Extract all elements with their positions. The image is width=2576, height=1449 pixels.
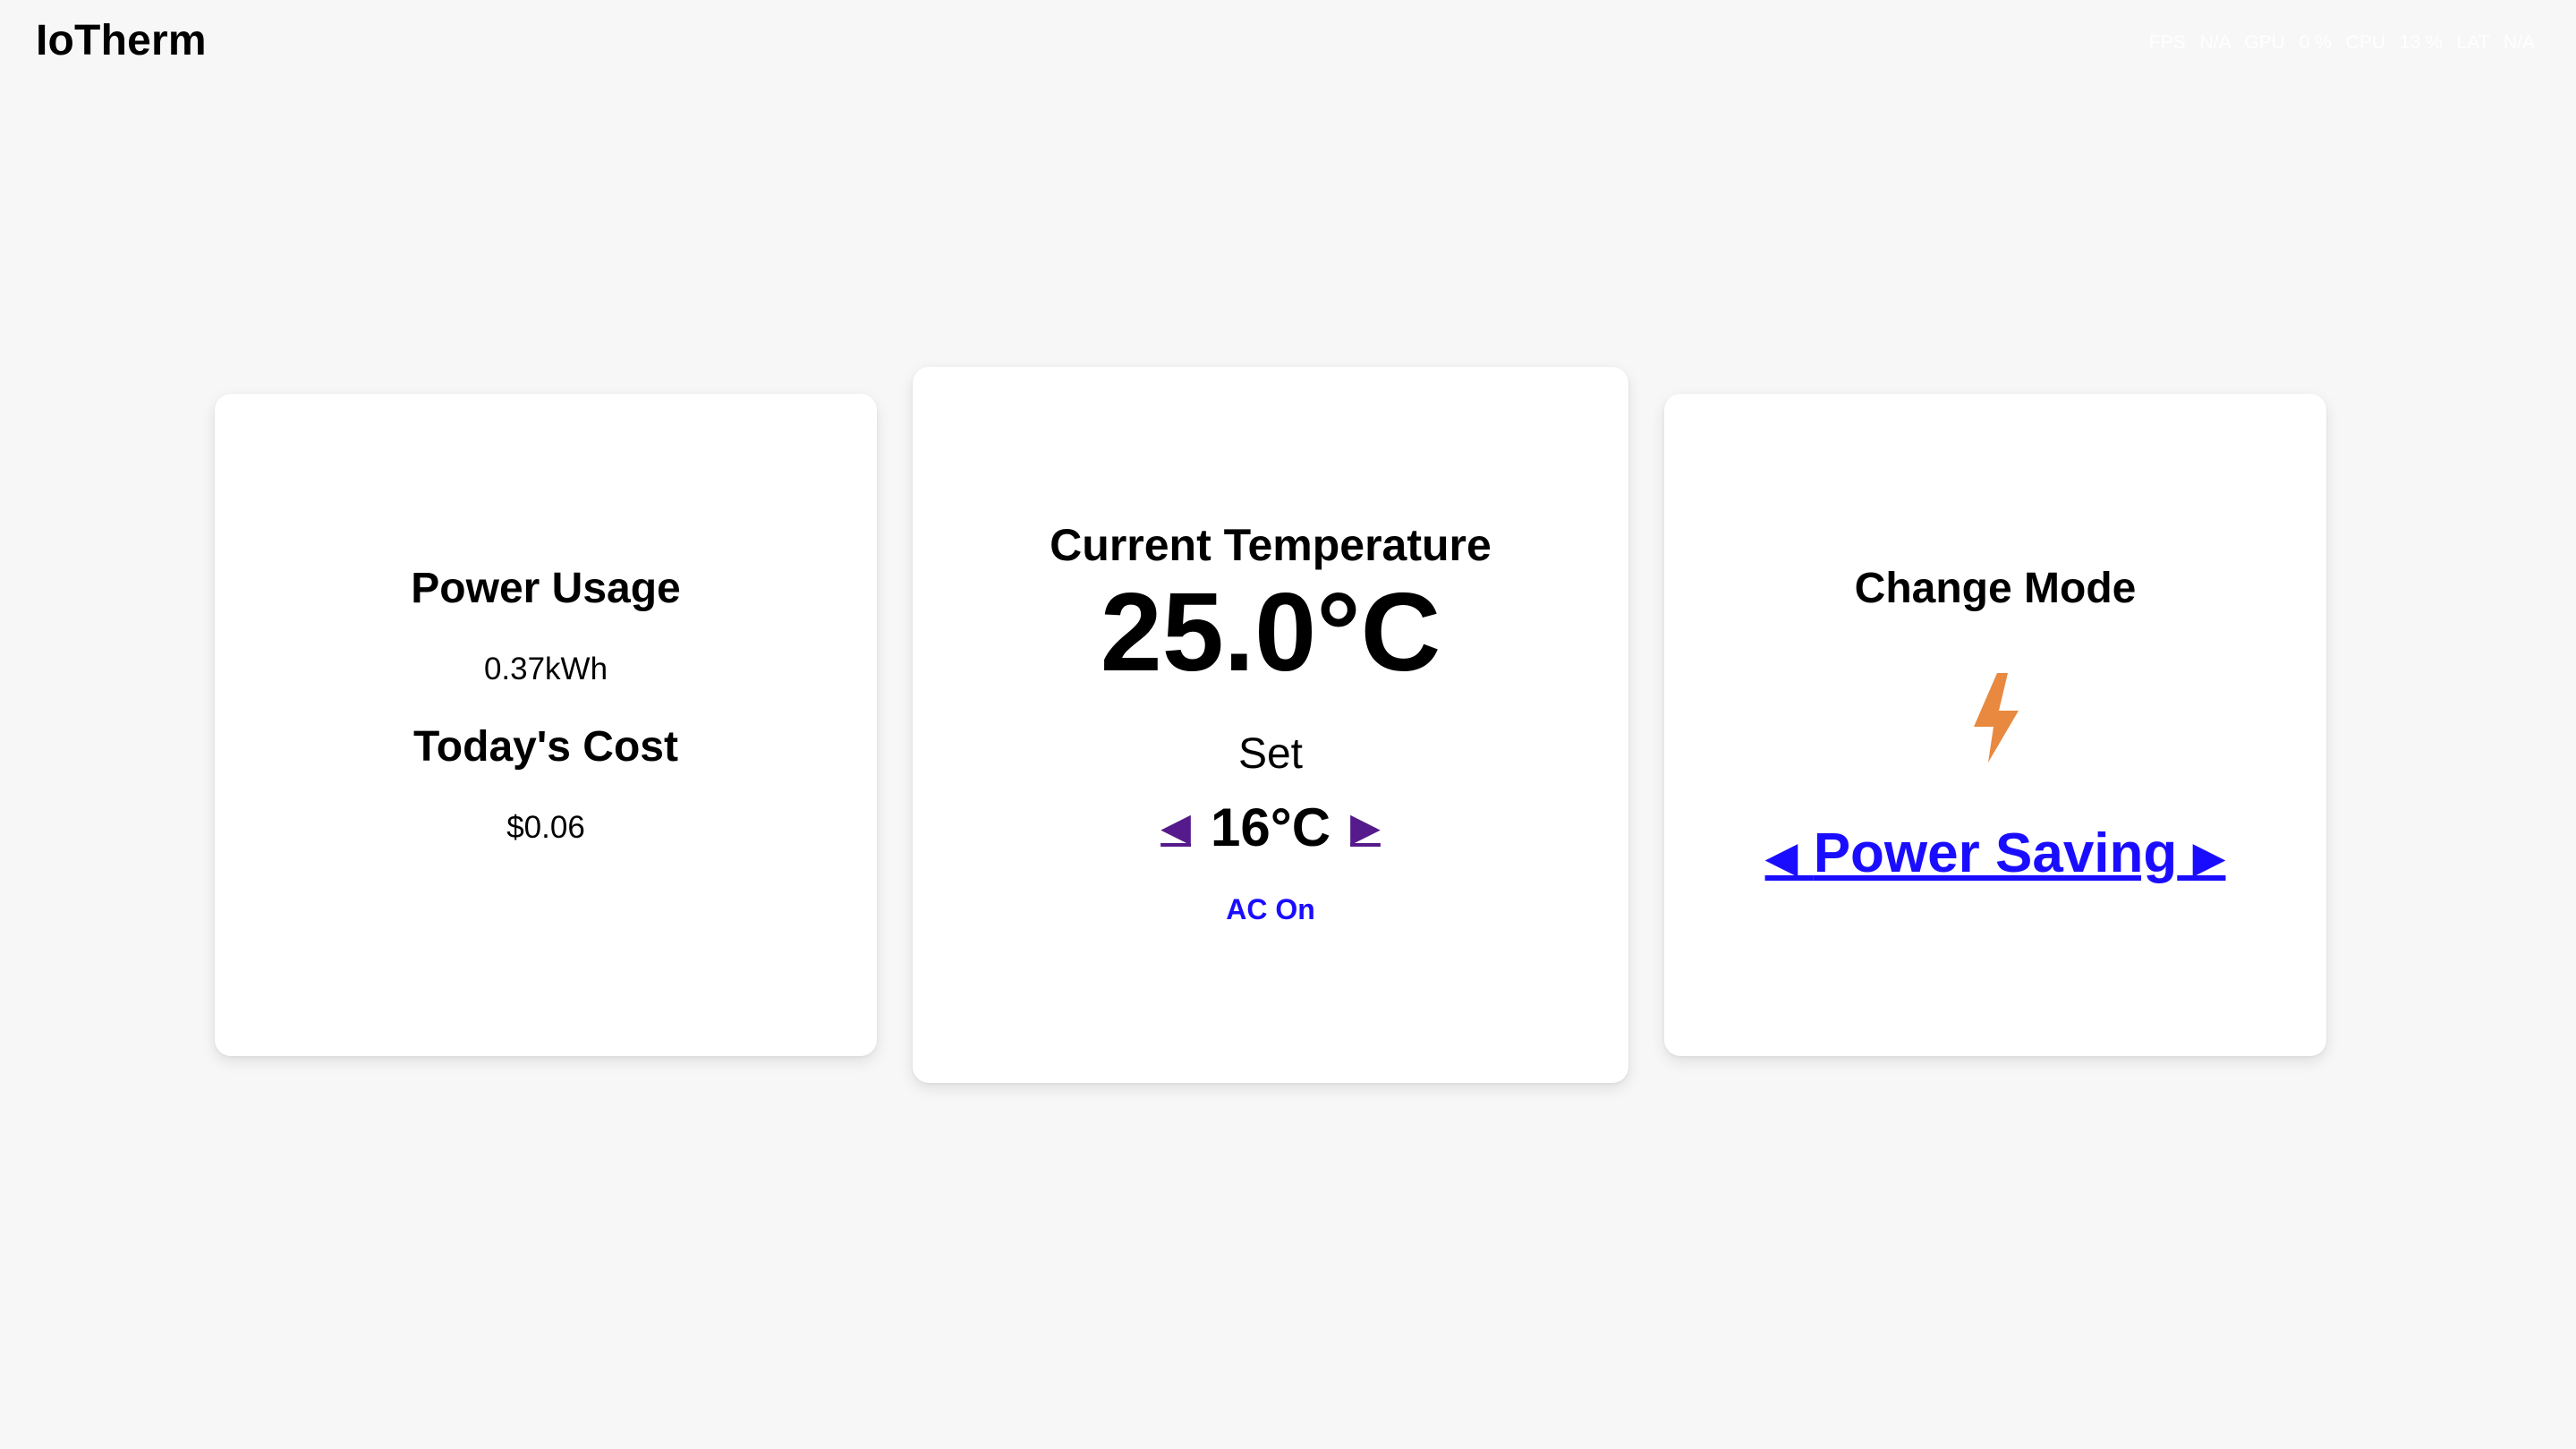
gpu-label: GPU [2244, 32, 2285, 53]
perf-stats: FPS N/A GPU 0 % CPU 13 % LAT N/A [2140, 32, 2535, 54]
gpu-value: 0 % [2299, 32, 2332, 53]
cpu-label: CPU [2345, 32, 2385, 53]
fps-label: FPS [2148, 32, 2186, 53]
increase-temperature-button[interactable]: ▶ [1350, 807, 1381, 848]
power-usage-card: Power Usage 0.37kWh Today's Cost $0.06 [215, 394, 877, 1056]
previous-mode-button[interactable]: ◀ [1765, 834, 1798, 882]
power-usage-title: Power Usage [411, 565, 681, 612]
app-title: IoTherm [36, 17, 207, 64]
lightning-bolt-icon [1974, 673, 2019, 763]
mode-selector[interactable]: ◀ Power Saving ▶ [1664, 822, 2326, 885]
temperature-card: Current Temperature 25.0°C Set ◀ 16°C ▶ … [913, 367, 1628, 1083]
fps-value: N/A [2199, 32, 2231, 53]
set-temperature-control: ◀ 16°C ▶ [913, 797, 1628, 858]
power-usage-value: 0.37kWh [483, 652, 608, 686]
current-temperature-value: 25.0°C [1100, 571, 1441, 695]
lat-label: LAT [2456, 32, 2490, 53]
todays-cost-title: Today's Cost [413, 723, 678, 771]
change-mode-title: Change Mode [1854, 565, 2137, 612]
mode-value[interactable]: Power Saving [1814, 823, 2178, 884]
set-temperature-value: 16°C [1210, 797, 1331, 857]
current-temperature-title: Current Temperature [1050, 520, 1492, 570]
lat-value: N/A [2503, 32, 2535, 53]
next-mode-button[interactable]: ▶ [2193, 834, 2226, 882]
todays-cost-value: $0.06 [506, 810, 585, 845]
set-label: Set [1237, 730, 1304, 778]
cpu-value: 13 % [2399, 32, 2443, 53]
decrease-temperature-button[interactable]: ◀ [1160, 807, 1191, 848]
change-mode-card: Change Mode ◀ Power Saving ▶ [1664, 394, 2326, 1056]
ac-status: AC On [1226, 893, 1315, 925]
